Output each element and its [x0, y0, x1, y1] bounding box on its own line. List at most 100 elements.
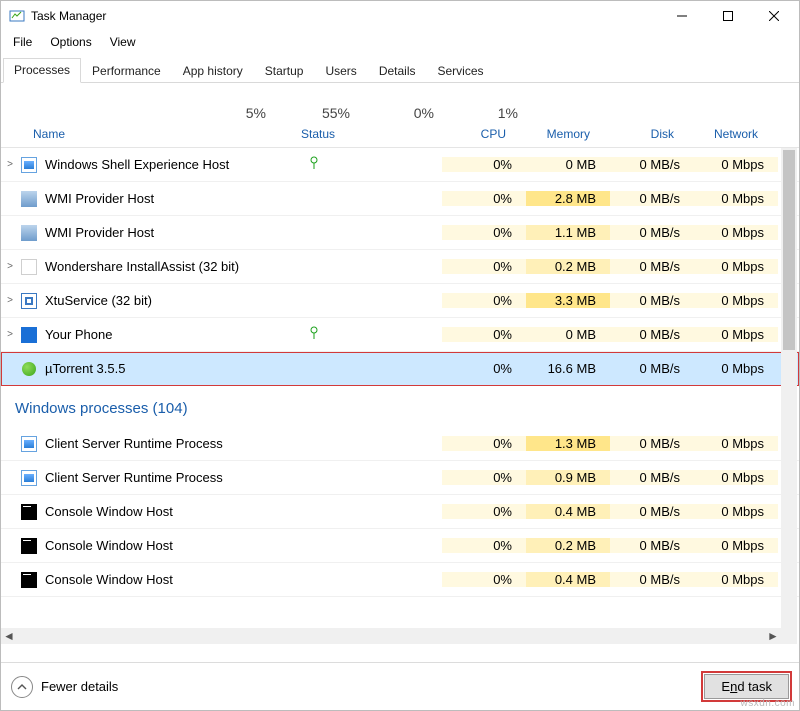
cell-cpu: 0% — [442, 259, 526, 274]
cell-net: 0 Mbps — [694, 157, 778, 172]
cell-cpu: 0% — [442, 293, 526, 308]
tab-performance[interactable]: Performance — [81, 59, 172, 83]
cell-cpu: 0% — [442, 436, 526, 451]
vertical-scrollbar[interactable] — [781, 148, 797, 644]
menubar: File Options View — [1, 31, 799, 53]
table-row[interactable]: >Your Phone0%0 MB0 MB/s0 Mbps — [1, 318, 799, 352]
cell-mem: 0.2 MB — [526, 538, 610, 553]
cell-disk: 0 MB/s — [610, 504, 694, 519]
group-header: Windows processes (104) — [1, 386, 799, 427]
process-icon — [21, 327, 37, 343]
table-row[interactable]: Client Server Runtime Process0%1.3 MB0 M… — [1, 427, 799, 461]
process-icon — [21, 225, 37, 241]
cell-cpu: 0% — [442, 157, 526, 172]
close-button[interactable] — [751, 1, 797, 31]
cell-disk: 0 MB/s — [610, 191, 694, 206]
cell-mem: 16.6 MB — [526, 361, 610, 376]
expand-toggle[interactable]: > — [1, 261, 19, 272]
cell-net: 0 Mbps — [694, 436, 778, 451]
tab-users[interactable]: Users — [314, 59, 367, 83]
table-row[interactable]: µTorrent 3.5.50%16.6 MB0 MB/s0 Mbps — [1, 352, 799, 386]
cell-mem: 1.3 MB — [526, 436, 610, 451]
process-name: µTorrent 3.5.5 — [45, 361, 307, 376]
cell-mem: 0 MB — [526, 157, 610, 172]
process-name: Console Window Host — [45, 538, 307, 553]
process-icon — [21, 293, 37, 309]
process-icon — [21, 191, 37, 207]
process-name: WMI Provider Host — [45, 191, 307, 206]
cell-net: 0 Mbps — [694, 191, 778, 206]
table-row[interactable]: >Windows Shell Experience Host0%0 MB0 MB… — [1, 148, 799, 182]
expand-toggle[interactable]: > — [1, 329, 19, 340]
column-disk[interactable]: Disk — [604, 127, 688, 141]
process-name: Console Window Host — [45, 504, 307, 519]
tab-startup[interactable]: Startup — [254, 59, 315, 83]
maximize-button[interactable] — [705, 1, 751, 31]
cell-cpu: 0% — [442, 361, 526, 376]
cell-disk: 0 MB/s — [610, 327, 694, 342]
cell-disk: 0 MB/s — [610, 436, 694, 451]
column-name[interactable]: Name — [1, 127, 301, 141]
process-icon — [21, 538, 37, 554]
cell-disk: 0 MB/s — [610, 293, 694, 308]
menu-options[interactable]: Options — [42, 33, 99, 51]
column-cpu[interactable]: CPU — [436, 127, 520, 141]
process-icon — [21, 572, 37, 588]
process-name: Client Server Runtime Process — [45, 470, 307, 485]
column-network[interactable]: Network — [688, 127, 772, 141]
tab-processes[interactable]: Processes — [3, 58, 81, 83]
network-usage-header[interactable]: 1% — [448, 105, 532, 121]
scroll-right-icon[interactable]: ► — [765, 628, 781, 644]
minimize-button[interactable] — [659, 1, 705, 31]
process-name: Console Window Host — [45, 572, 307, 587]
process-icon — [21, 361, 37, 377]
scrollbar-thumb[interactable] — [783, 150, 795, 350]
process-name: XtuService (32 bit) — [45, 293, 307, 308]
tab-app-history[interactable]: App history — [172, 59, 254, 83]
process-icon — [21, 157, 37, 173]
column-status[interactable]: Status — [301, 127, 436, 141]
memory-usage-header[interactable]: 55% — [280, 105, 364, 121]
menu-view[interactable]: View — [102, 33, 144, 51]
end-task-button[interactable]: End task — [704, 674, 789, 699]
horizontal-scrollbar[interactable]: ◄ ► — [1, 628, 781, 644]
menu-file[interactable]: File — [5, 33, 40, 51]
chevron-up-icon — [11, 676, 33, 698]
table-row[interactable]: Console Window Host0%0.2 MB0 MB/s0 Mbps — [1, 529, 799, 563]
fewer-details-button[interactable]: Fewer details — [11, 676, 118, 698]
column-memory[interactable]: Memory — [520, 127, 604, 141]
scroll-left-icon[interactable]: ◄ — [1, 628, 17, 644]
cell-disk: 0 MB/s — [610, 225, 694, 240]
process-grid: ︿ 5% 55% 0% 1% Name Status CPU Memory Di… — [1, 93, 799, 644]
cell-mem: 0.4 MB — [526, 504, 610, 519]
table-row[interactable]: >Wondershare InstallAssist (32 bit)0%0.2… — [1, 250, 799, 284]
cell-disk: 0 MB/s — [610, 470, 694, 485]
table-row[interactable]: >XtuService (32 bit)0%3.3 MB0 MB/s0 Mbps — [1, 284, 799, 318]
leaf-icon — [307, 156, 321, 173]
table-row[interactable]: Console Window Host0%0.4 MB0 MB/s0 Mbps — [1, 495, 799, 529]
table-row[interactable]: Console Window Host0%0.4 MB0 MB/s0 Mbps — [1, 563, 799, 597]
table-row[interactable]: WMI Provider Host0%1.1 MB0 MB/s0 Mbps — [1, 216, 799, 250]
cell-net: 0 Mbps — [694, 572, 778, 587]
disk-usage-header[interactable]: 0% — [364, 105, 448, 121]
process-name: Windows Shell Experience Host — [45, 157, 307, 172]
tab-strip: Processes Performance App history Startu… — [1, 57, 799, 83]
tab-services[interactable]: Services — [427, 59, 495, 83]
cpu-usage-header[interactable]: 5% — [196, 105, 280, 121]
fewer-details-label: Fewer details — [41, 679, 118, 694]
table-row[interactable]: WMI Provider Host0%2.8 MB0 MB/s0 Mbps — [1, 182, 799, 216]
column-headers: ︿ 5% 55% 0% 1% Name Status CPU Memory Di… — [1, 93, 799, 148]
cell-cpu: 0% — [442, 191, 526, 206]
expand-toggle[interactable]: > — [1, 295, 19, 306]
cell-mem: 0 MB — [526, 327, 610, 342]
cell-net: 0 Mbps — [694, 470, 778, 485]
cell-cpu: 0% — [442, 225, 526, 240]
expand-toggle[interactable]: > — [1, 159, 19, 170]
cell-disk: 0 MB/s — [610, 361, 694, 376]
table-row[interactable]: Client Server Runtime Process0%0.9 MB0 M… — [1, 461, 799, 495]
watermark: wsxdn.com — [740, 698, 795, 709]
process-icon — [21, 504, 37, 520]
tab-details[interactable]: Details — [368, 59, 427, 83]
leaf-icon — [307, 326, 321, 343]
sort-indicator-icon: ︿ — [0, 104, 61, 121]
